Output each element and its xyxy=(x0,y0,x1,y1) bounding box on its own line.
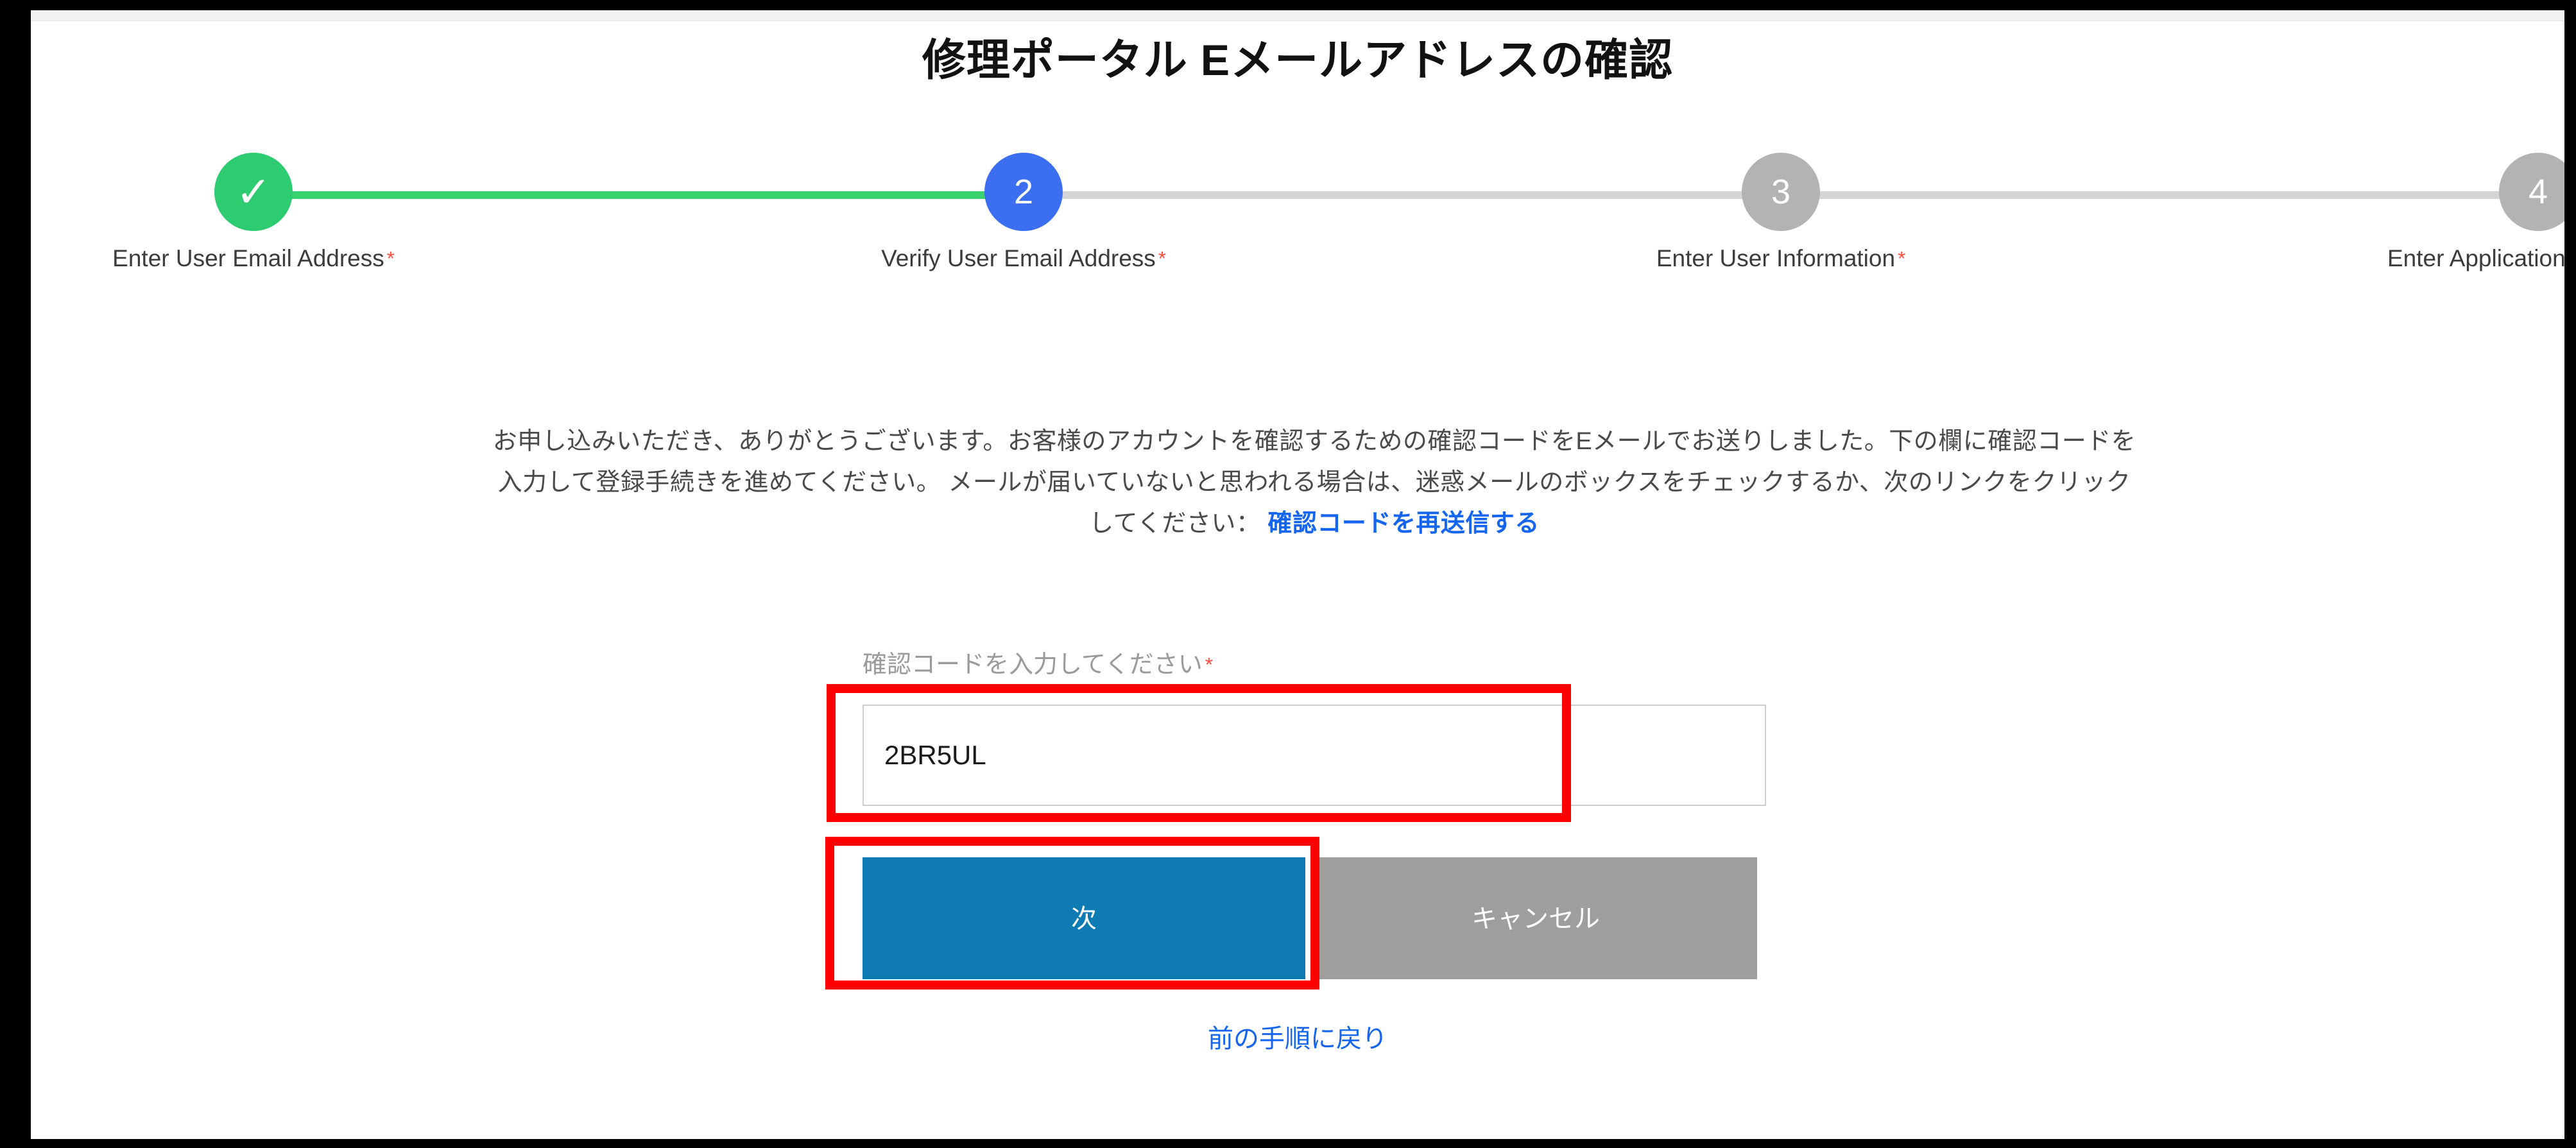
instruction-line-2: 入力して登録手続きを進めてください。 メールが届いていないと思われる場合は、迷惑… xyxy=(497,469,2131,496)
progress-stepper: ✓ Enter User Email Address * 2 Verify Use… xyxy=(103,153,2564,300)
step-4-bubble: 4 xyxy=(2499,153,2564,231)
back-to-previous-step-link[interactable]: 前の手順に戻り xyxy=(31,1018,2564,1055)
instruction-line-3-prefix: してください： xyxy=(1089,510,1261,537)
step-1-bubble: ✓ xyxy=(214,153,293,231)
browser-top-strip xyxy=(31,10,2564,21)
step-3-label: Enter User Information * xyxy=(1630,245,1932,272)
next-button[interactable]: 次 xyxy=(863,857,1305,979)
page-title: 修理ポータル Eメールアドレスの確認 xyxy=(922,36,1674,85)
resend-code-link[interactable]: 確認コードを再送信する xyxy=(1267,510,1540,537)
step-2-label: Verify User Email Address * xyxy=(873,245,1174,272)
step-2-required-mark: * xyxy=(1158,247,1166,270)
screenshot-frame: 修理ポータル Eメールアドレスの確認 ✓ Enter User Email Ad… xyxy=(0,0,2576,1148)
instruction-line-3: してください： 確認コードを再送信する xyxy=(108,503,2521,544)
form-button-row: 次キャンセル xyxy=(863,857,1757,979)
cancel-button[interactable]: キャンセル xyxy=(1314,857,1757,979)
step-1-label: Enter User Email Address * xyxy=(103,245,404,272)
step-2-bubble: 2 xyxy=(984,153,1063,231)
instruction-line-1: お申し込みいただき、ありがとうございます。お客様のアカウントを確認するための確認… xyxy=(492,428,2136,455)
step-3-number: 3 xyxy=(1771,173,1791,211)
verification-code-input[interactable] xyxy=(863,705,1766,806)
step-1-required-mark: * xyxy=(386,247,395,270)
verification-code-required-mark: * xyxy=(1205,653,1213,676)
step-4-number: 4 xyxy=(2528,173,2548,211)
instruction-paragraph: お申し込みいただき、ありがとうございます。お客様のアカウントを確認するための確認… xyxy=(108,421,2521,544)
step-3-required-mark: * xyxy=(1898,247,1906,270)
stepper-step-4[interactable]: 4 Enter Application Information* xyxy=(2387,153,2564,272)
check-icon: ✓ xyxy=(236,168,271,216)
stepper-step-2[interactable]: 2 Verify User Email Address * xyxy=(873,153,1174,272)
step-2-label-text: Verify User Email Address xyxy=(881,245,1156,271)
step-1-label-text: Enter User Email Address xyxy=(112,245,384,271)
step-3-label-text: Enter User Information xyxy=(1656,245,1896,271)
step-4-label: Enter Application Information* xyxy=(2387,245,2564,272)
stepper-step-1[interactable]: ✓ Enter User Email Address * xyxy=(103,153,404,272)
verification-code-label-text: 確認コードを入力してください xyxy=(863,651,1203,678)
step-4-label-text: Enter Application Information xyxy=(2387,245,2564,271)
stepper-step-3[interactable]: 3 Enter User Information * xyxy=(1630,153,1932,272)
page-container: 修理ポータル Eメールアドレスの確認 ✓ Enter User Email Ad… xyxy=(31,10,2564,1139)
step-2-number: 2 xyxy=(1013,173,1034,211)
step-3-bubble: 3 xyxy=(1742,153,1820,231)
verification-code-label: 確認コードを入力してください * xyxy=(863,644,1213,680)
